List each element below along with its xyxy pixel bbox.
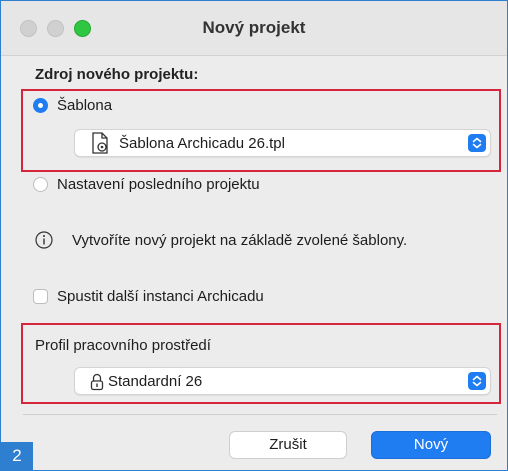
template-radio[interactable] — [33, 98, 48, 113]
info-text: Vytvoříte nový projekt na základě zvolen… — [72, 232, 408, 249]
cancel-button[interactable]: Zrušit — [229, 431, 347, 459]
window-title: Nový projekt — [202, 18, 306, 37]
another-instance-label[interactable]: Spustit další instanci Archicadu — [57, 288, 264, 305]
footer-divider — [23, 414, 497, 415]
chevron-updown-icon — [468, 134, 486, 152]
profile-heading: Profil pracovního prostředí — [35, 337, 211, 354]
template-radio-label[interactable]: Šablona — [57, 97, 112, 114]
profile-value: Standardní 26 — [108, 373, 203, 390]
profile-select[interactable]: Standardní 26 — [74, 367, 491, 395]
lock-icon — [90, 373, 104, 396]
template-file-select[interactable]: Šablona Archicadu 26.tpl — [74, 129, 491, 157]
dialog-content: Zdroj nového projektu: Šablona Šablona A… — [1, 56, 507, 470]
title-bar[interactable]: Nový projekt — [1, 1, 507, 56]
another-instance-checkbox[interactable] — [33, 289, 48, 304]
create-button[interactable]: Nový — [371, 431, 491, 459]
source-heading: Zdroj nového projektu: — [35, 66, 199, 83]
last-project-label[interactable]: Nastavení posledního projektu — [57, 176, 260, 193]
template-file-value: Šablona Archicadu 26.tpl — [119, 135, 285, 152]
last-project-radio[interactable] — [33, 177, 48, 192]
chevron-updown-icon — [468, 372, 486, 390]
step-badge: 2 — [1, 442, 33, 470]
dialog-window: Nový projekt Zdroj nového projektu: Šabl… — [0, 0, 508, 471]
info-icon — [35, 231, 53, 254]
template-file-icon — [91, 132, 109, 159]
